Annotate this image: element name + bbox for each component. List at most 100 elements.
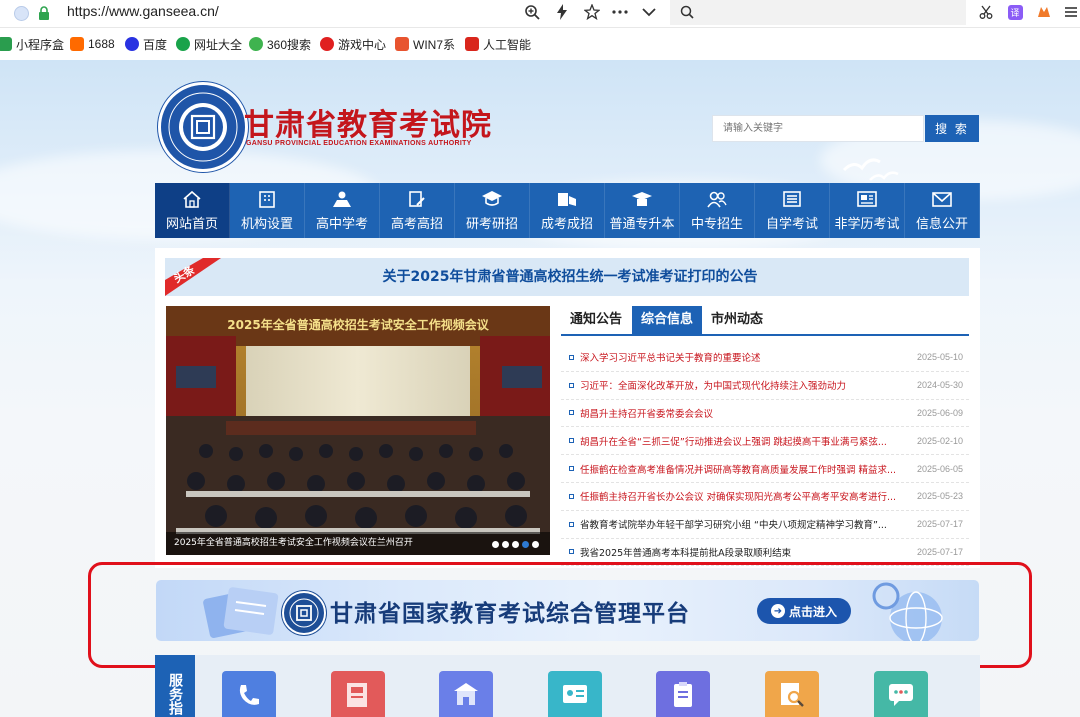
service-tile-clipboard[interactable]	[656, 671, 710, 717]
nav-item-high-school-exam[interactable]: 高中学考	[305, 183, 380, 238]
nav-item-non-degree[interactable]: 非学历考试	[830, 183, 905, 238]
list-doc-icon	[781, 190, 803, 208]
mini-program-icon	[0, 37, 12, 51]
headline-text[interactable]: 关于2025年甘肃省普通高校招生统一考试准考证打印的公告	[220, 258, 920, 296]
browser-toolbar: https://www.ganseea.cn/ 译	[0, 0, 1080, 28]
news-item[interactable]: 任振鹤主持召开省长办公会议 对确保实现阳光高考公平高考平安高考进行... 2025…	[561, 483, 969, 511]
envelope-icon	[931, 190, 953, 208]
360-icon	[249, 37, 263, 51]
slide-dot-active[interactable]	[522, 541, 529, 548]
baidu-paw-icon	[125, 37, 139, 51]
zoom-icon[interactable]	[523, 3, 541, 21]
slide-dot[interactable]	[512, 541, 519, 548]
bookmark-baidu[interactable]: 百度	[125, 36, 167, 52]
site-subtitle: GANSU PROVINCIAL EDUCATION EXAMINATIONS …	[246, 140, 472, 147]
bookmark-hao123[interactable]: 网址大全	[176, 36, 242, 52]
service-tile-phone[interactable]	[222, 671, 276, 717]
bookmark-game-center[interactable]: 游戏中心	[320, 36, 386, 52]
menu-icon[interactable]	[1062, 3, 1080, 21]
globe-icon	[14, 6, 29, 21]
lightning-icon[interactable]	[553, 3, 571, 21]
mortarboard-icon	[631, 190, 653, 208]
browser-search-box[interactable]	[670, 0, 966, 25]
chevron-down-icon[interactable]	[640, 3, 658, 21]
graduation-cap-icon	[481, 190, 503, 208]
books-icon	[556, 190, 578, 208]
slide-dots	[492, 541, 539, 548]
nav-item-adult-exam[interactable]: 成考成招	[530, 183, 605, 238]
clipboard-icon	[674, 682, 692, 707]
site-logo[interactable]	[158, 82, 248, 172]
bookmark-mini-program[interactable]: 小程序盒	[0, 36, 64, 52]
news-list: 深入学习习近平总书记关于教育的重要论述 2025-05-10 习近平：全面深化改革…	[561, 344, 969, 567]
tab-general-info[interactable]: 综合信息	[632, 306, 702, 334]
bullet-icon	[569, 493, 574, 499]
1688-icon	[70, 37, 84, 51]
nav-item-gaokao[interactable]: 高考高招	[380, 183, 455, 238]
news-item[interactable]: 胡昌升主持召开省委常委会会议 2025-06-09	[561, 400, 969, 428]
nav-item-upgrade[interactable]: 普通专升本	[605, 183, 680, 238]
tab-notices[interactable]: 通知公告	[561, 306, 631, 334]
bookmarks-bar: 小程序盒 1688 百度 网址大全 360搜索 游戏中心 WIN7系 人工智能	[0, 28, 1080, 60]
web-directory-icon	[176, 37, 190, 51]
service-tile-query[interactable]	[765, 671, 819, 717]
student-icon	[331, 190, 353, 208]
scissors-icon[interactable]	[977, 3, 995, 21]
bookmark-win7[interactable]: WIN7系	[395, 36, 455, 52]
id-card-icon	[563, 685, 587, 703]
lock-icon	[39, 6, 49, 20]
news-item[interactable]: 省教育考试院举办年轻干部学习研究小组 “中央八项规定精神学习教育”... 2025…	[561, 511, 969, 539]
search-icon	[680, 5, 694, 19]
nav-item-secondary-vocational[interactable]: 中专招生	[680, 183, 755, 238]
bookmark-1688[interactable]: 1688	[70, 36, 115, 52]
news-item[interactable]: 胡昌升在全省“三抓三促”行动推进会议上强调 跳起摸高干事业满弓紧弦... 2025…	[561, 427, 969, 456]
slide-dot[interactable]	[492, 541, 499, 548]
service-tile-school[interactable]	[439, 671, 493, 717]
site-search-input[interactable]	[712, 115, 924, 142]
site-search-button[interactable]: 搜 索	[925, 115, 979, 142]
tab-city-news[interactable]: 市州动态	[702, 306, 772, 334]
ai-icon	[465, 37, 479, 51]
news-tabs: 通知公告 综合信息 市州动态	[561, 306, 969, 336]
service-tile-score[interactable]	[331, 671, 385, 717]
nav-item-postgraduate[interactable]: 研考研招	[455, 183, 530, 238]
more-icon[interactable]	[611, 3, 629, 21]
news-photo[interactable]: 2025年全省普通高校招生考试安全工作视频会议	[166, 306, 550, 555]
certificate-icon	[856, 190, 878, 208]
translate-icon[interactable]: 译	[1006, 3, 1024, 21]
building-icon	[256, 190, 278, 208]
nav-item-home[interactable]: 网站首页	[155, 183, 230, 238]
bookmark-360-search[interactable]: 360搜索	[249, 36, 311, 52]
highlight-annotation	[88, 562, 1032, 668]
site-title: 甘肃省教育考试院	[244, 108, 492, 143]
main-nav: 网站首页 机构设置 高中学考 高考高招 研考研招 成考成招 普通专升本 中专招生…	[155, 183, 980, 238]
photo-banner-text: 2025年全省普通高校招生考试安全工作视频会议	[227, 318, 489, 332]
news-item[interactable]: 任振鹤在检查高考准备情况并调研高等教育高质量发展工作时强调 精益求... 2025…	[561, 455, 969, 483]
bookmark-ai[interactable]: 人工智能	[465, 36, 531, 52]
service-guide-label: 服务指	[155, 655, 195, 717]
birds-decoration	[842, 158, 899, 181]
star-icon[interactable]	[583, 3, 601, 21]
news-item[interactable]: 习近平：全面深化改革开放，为中国式现代化持续注入强劲动力 2024-05-30	[561, 372, 969, 400]
service-tile-chat[interactable]	[874, 671, 928, 717]
bullet-icon	[569, 354, 574, 360]
game-center-icon	[320, 37, 334, 51]
bullet-icon	[569, 521, 574, 527]
headline-tag: 头条	[165, 258, 221, 296]
phone-icon	[239, 685, 259, 705]
service-tile-id[interactable]	[548, 671, 602, 717]
bullet-icon	[569, 438, 574, 444]
home-icon	[181, 190, 203, 208]
slide-dot[interactable]	[502, 541, 509, 548]
nav-item-self-study[interactable]: 自学考试	[755, 183, 830, 238]
news-item[interactable]: 深入学习习近平总书记关于教育的重要论述 2025-05-10	[561, 344, 969, 372]
nav-item-disclosure[interactable]: 信息公开	[905, 183, 980, 238]
school-building-icon	[454, 683, 478, 705]
slide-dot[interactable]	[532, 541, 539, 548]
win7-icon	[395, 37, 409, 51]
extension-icon[interactable]	[1035, 3, 1053, 21]
magnifier-doc-icon	[781, 683, 804, 707]
edit-doc-icon	[406, 190, 428, 208]
bullet-icon	[569, 382, 574, 388]
nav-item-organization[interactable]: 机构设置	[230, 183, 305, 238]
